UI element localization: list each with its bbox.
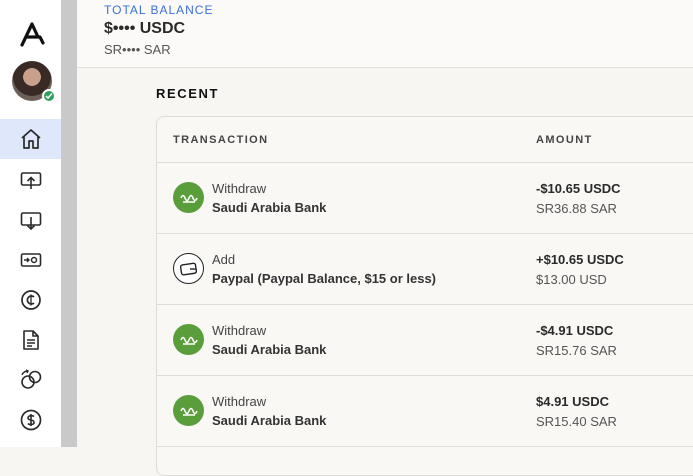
transaction-amount: -$4.91 USDC <box>536 323 614 338</box>
table-header: TRANSACTION AMOUNT <box>157 117 693 163</box>
balance-sar: SR•••• SAR <box>104 42 171 57</box>
sidebar-item-transfer[interactable] <box>0 240 61 280</box>
table-row[interactable]: Withdraw Saudi Arabia Bank -$10.65 USDC … <box>157 163 693 234</box>
balance-panel: TOTAL BALANCE $•••• USDC SR•••• SAR <box>77 0 693 68</box>
transactions-table: TRANSACTION AMOUNT Withdraw Saudi Arabia… <box>156 116 693 476</box>
transaction-amount: -$10.65 USDC <box>536 181 621 196</box>
transaction-local-amount: SR15.76 SAR <box>536 343 617 358</box>
recent-heading: RECENT <box>156 86 220 101</box>
sidebar-item-coin[interactable] <box>0 280 61 320</box>
receive-icon <box>20 212 41 231</box>
verified-badge-icon <box>42 89 56 103</box>
table-row[interactable]: Withdraw Saudi Arabia Bank $4.91 USDC SR… <box>157 376 693 447</box>
transaction-type: Add <box>212 252 236 267</box>
table-row[interactable]: Withdraw Saudi Arabia Bank -$4.91 USDC S… <box>157 305 693 376</box>
document-icon <box>22 330 39 350</box>
bank-icon <box>173 395 204 426</box>
coin-icon <box>20 290 41 310</box>
sidebar-divider <box>61 0 77 447</box>
home-icon <box>20 129 41 149</box>
transaction-type: Withdraw <box>212 323 267 338</box>
app-logo-icon[interactable] <box>19 21 45 47</box>
sidebar-item-exchange[interactable] <box>0 360 61 400</box>
sidebar-item-send[interactable] <box>0 160 61 200</box>
table-row[interactable]: Add Paypal (Paypal Balance, $15 or less)… <box>157 234 693 305</box>
sidebar-item-home[interactable] <box>0 119 61 159</box>
total-balance-label: TOTAL BALANCE <box>104 3 214 17</box>
transaction-name: Saudi Arabia Bank <box>212 413 327 428</box>
sidebar <box>0 0 61 447</box>
transaction-amount: $4.91 USDC <box>536 394 609 409</box>
transaction-local-amount: SR15.40 SAR <box>536 414 617 429</box>
transfer-icon <box>20 253 41 267</box>
sidebar-item-receive[interactable] <box>0 200 61 240</box>
transaction-local-amount: $13.00 USD <box>536 272 607 287</box>
bank-icon <box>173 182 204 213</box>
sidebar-item-documents[interactable] <box>0 320 61 360</box>
transaction-name: Saudi Arabia Bank <box>212 200 327 215</box>
transaction-name: Paypal (Paypal Balance, $15 or less) <box>212 271 437 286</box>
transaction-name: Saudi Arabia Bank <box>212 342 327 357</box>
balance-usdc: $•••• USDC <box>104 20 186 37</box>
wallet-icon <box>173 253 204 284</box>
transaction-local-amount: SR36.88 SAR <box>536 201 617 216</box>
column-header-amount: AMOUNT <box>536 134 593 146</box>
transaction-type: Withdraw <box>212 394 267 409</box>
column-header-transaction: TRANSACTION <box>173 134 269 146</box>
bank-icon <box>173 324 204 355</box>
send-icon <box>20 172 41 189</box>
transaction-amount: +$10.65 USDC <box>536 252 624 267</box>
transaction-type: Withdraw <box>212 181 267 196</box>
dollar-icon <box>20 409 41 431</box>
exchange-icon <box>20 369 41 389</box>
sidebar-item-dollar[interactable] <box>0 400 61 440</box>
